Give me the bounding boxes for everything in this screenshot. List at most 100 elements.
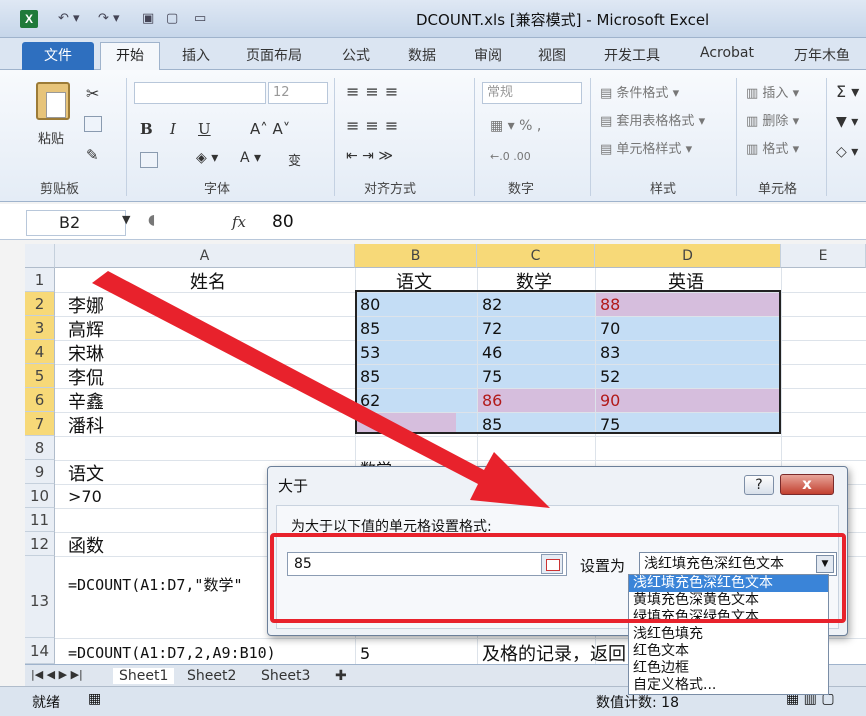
align-top-icons[interactable]: ≡≡≡	[346, 82, 404, 101]
cut-icon[interactable]: ✂	[86, 84, 99, 103]
undo-icon[interactable]: ↶ ▾	[58, 11, 80, 27]
macro-record-icon[interactable]: ▦	[88, 691, 101, 707]
font-size-combo[interactable]: 12	[268, 82, 328, 104]
tab-acrobat[interactable]: Acrobat	[700, 45, 754, 61]
tab-file[interactable]: 文件	[22, 42, 94, 70]
tab-review[interactable]: 审阅	[474, 45, 502, 65]
format-cells-button[interactable]: ▥ 格式 ▾	[746, 138, 799, 157]
cell-a10[interactable]: >70	[68, 487, 102, 506]
row-header-11[interactable]: 11	[25, 508, 55, 532]
paste-icon[interactable]	[36, 82, 70, 120]
bold-icon[interactable]: B	[140, 120, 153, 138]
gridline	[55, 436, 866, 437]
row-header-12[interactable]: 12	[25, 532, 55, 556]
save-icon[interactable]: ▣	[142, 11, 154, 27]
column-header-c[interactable]: C	[477, 244, 595, 268]
tab-page-layout[interactable]: 页面布局	[246, 45, 302, 65]
column-header-e[interactable]: E	[781, 244, 866, 268]
selection-border	[355, 290, 781, 434]
row-header-6[interactable]: 6	[25, 388, 55, 412]
row-header-9[interactable]: 9	[25, 460, 55, 484]
fill-color-icon[interactable]: ◈ ▾	[196, 150, 218, 166]
cell-style-button[interactable]: ▤ 单元格样式 ▾	[600, 138, 692, 157]
open-folder-icon[interactable]: ▭	[194, 11, 206, 27]
row-header-13[interactable]: 13	[25, 556, 55, 638]
grow-font-icon[interactable]: A˄ A˅	[250, 120, 290, 138]
close-button[interactable]: x	[780, 474, 834, 495]
row-header-7[interactable]: 7	[25, 412, 55, 436]
font-name-combo[interactable]	[134, 82, 266, 104]
insert-cells-button[interactable]: ▥ 插入 ▾	[746, 82, 799, 101]
cell-a5[interactable]: 李侃	[68, 364, 104, 390]
formula-input[interactable]: 80	[272, 212, 294, 232]
align-left-icons[interactable]: ≡≡≡	[346, 116, 404, 135]
sheet-nav-icons[interactable]: |◀ ◀ ▶ ▶|	[31, 668, 83, 681]
sheet-tab-1[interactable]: Sheet1	[113, 668, 175, 684]
redo-icon[interactable]: ↷ ▾	[98, 11, 120, 27]
select-all-corner[interactable]	[25, 244, 55, 268]
row-header-10[interactable]: 10	[25, 484, 55, 508]
row-header-4[interactable]: 4	[25, 340, 55, 364]
help-button[interactable]: ?	[744, 475, 774, 495]
formula-bar-handle-icon[interactable]: ◖	[148, 212, 155, 228]
cell-a12[interactable]: 函数	[68, 532, 104, 558]
sheet-tab-2[interactable]: Sheet2	[187, 668, 236, 684]
tab-addin[interactable]: 万年木鱼	[794, 45, 850, 65]
cell-a6[interactable]: 辛鑫	[68, 388, 104, 414]
dialog-title: 大于	[278, 477, 309, 495]
cell-b14[interactable]: 5	[360, 644, 370, 663]
currency-icon[interactable]: ▦ ▾ % ,	[490, 118, 541, 134]
cell-a3[interactable]: 高辉	[68, 316, 104, 342]
name-box[interactable]: B2	[26, 210, 126, 236]
italic-icon[interactable]: I	[170, 120, 176, 138]
clear-icon[interactable]: ◇ ▾	[836, 144, 858, 160]
tab-home[interactable]: 开始	[100, 42, 160, 71]
row-header-5[interactable]: 5	[25, 364, 55, 388]
format-option[interactable]: 自定义格式...	[629, 677, 828, 694]
cell-a4[interactable]: 宋琳	[68, 340, 104, 366]
cell-c14[interactable]: 及格的记录，返回	[482, 640, 626, 666]
tab-insert[interactable]: 插入	[182, 45, 210, 65]
column-header-d[interactable]: D	[595, 244, 781, 268]
tab-developer[interactable]: 开发工具	[604, 45, 660, 65]
row-header-3[interactable]: 3	[25, 316, 55, 340]
underline-icon[interactable]: U	[198, 120, 211, 138]
excel-app-icon[interactable]: X	[20, 10, 38, 28]
tab-formulas[interactable]: 公式	[342, 45, 370, 65]
format-option[interactable]: 红色边框	[629, 660, 828, 677]
phonetic-icon[interactable]: 变	[288, 150, 301, 169]
sheet-tab-3[interactable]: Sheet3	[261, 668, 310, 684]
tab-data[interactable]: 数据	[408, 45, 436, 65]
tab-view[interactable]: 视图	[538, 45, 566, 65]
ribbon-tabs: 文件 开始 插入 页面布局 公式 数据 审阅 视图 开发工具 Acrobat 万…	[0, 38, 866, 71]
cell-a1[interactable]: 姓名	[190, 268, 226, 294]
cell-a2[interactable]: 李娜	[68, 292, 104, 318]
column-header-b[interactable]: B	[355, 244, 477, 268]
column-header-a[interactable]: A	[55, 244, 355, 268]
font-color-icon[interactable]: A ▾	[240, 150, 261, 166]
delete-cells-button[interactable]: ▥ 删除 ▾	[746, 110, 799, 129]
indent-icons[interactable]: ⇤ ⇥ ≫	[346, 148, 393, 164]
copy-icon[interactable]	[84, 116, 102, 132]
row-header-14[interactable]: 14	[25, 638, 55, 664]
fill-icon[interactable]: ▼ ▾	[836, 114, 858, 130]
fx-icon[interactable]: fx	[232, 213, 246, 231]
row-header-1[interactable]: 1	[25, 268, 55, 292]
row-header-8[interactable]: 8	[25, 436, 55, 460]
autosum-icon[interactable]: Σ ▾	[836, 82, 859, 101]
insert-sheet-icon[interactable]: ✚	[335, 668, 347, 684]
decimal-icons[interactable]: ←.0 .00	[490, 150, 531, 163]
new-file-icon[interactable]: ▢	[166, 11, 178, 27]
name-box-dropdown-icon[interactable]: ▼	[122, 213, 130, 226]
row-header-2[interactable]: 2	[25, 292, 55, 316]
border-icon[interactable]	[140, 152, 158, 168]
cell-a14[interactable]: =DCOUNT(A1:D7,2,A9:B10)	[68, 644, 276, 662]
cell-a13[interactable]: =DCOUNT(A1:D7,"数学"	[68, 574, 268, 595]
number-format-combo[interactable]: 常规	[482, 82, 582, 104]
cell-a9[interactable]: 语文	[68, 460, 104, 486]
cell-a7[interactable]: 潘科	[68, 412, 104, 438]
format-painter-icon[interactable]: ✎	[86, 146, 99, 164]
table-format-button[interactable]: ▤ 套用表格格式 ▾	[600, 110, 705, 129]
paste-button[interactable]: 粘贴	[38, 128, 64, 147]
conditional-format-button[interactable]: ▤ 条件格式 ▾	[600, 82, 679, 101]
